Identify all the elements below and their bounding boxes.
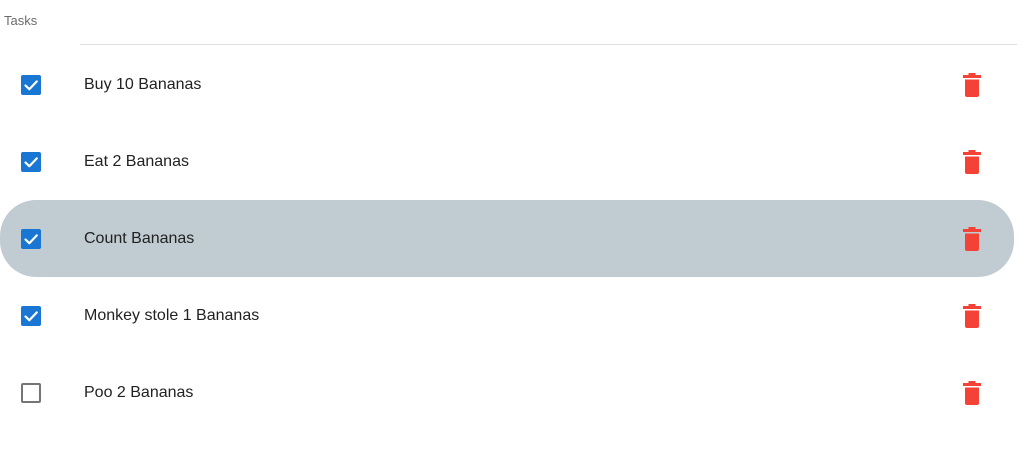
- header-divider: [80, 44, 1017, 45]
- task-row[interactable]: Count Bananas: [0, 200, 1014, 277]
- checkmark-icon: [24, 79, 38, 90]
- trash-icon: [963, 303, 981, 328]
- task-row[interactable]: Poo 2 Bananas: [0, 354, 1014, 431]
- trash-icon: [963, 149, 981, 174]
- task-checkbox[interactable]: [21, 151, 41, 172]
- task-label: Count Bananas: [84, 229, 195, 247]
- trash-icon: [963, 226, 981, 251]
- trash-icon: [963, 380, 981, 405]
- task-row[interactable]: Eat 2 Bananas: [0, 123, 1014, 200]
- task-label: Eat 2 Bananas: [84, 152, 189, 170]
- trash-icon: [963, 72, 981, 97]
- task-checkbox[interactable]: [21, 74, 41, 95]
- delete-button[interactable]: [962, 72, 982, 98]
- task-checkbox[interactable]: [21, 305, 41, 326]
- task-row[interactable]: Buy 10 Bananas: [0, 46, 1014, 123]
- task-checkbox[interactable]: [21, 382, 41, 403]
- checkmark-icon: [24, 310, 38, 321]
- task-label: Buy 10 Bananas: [84, 75, 202, 93]
- delete-button[interactable]: [962, 226, 982, 252]
- delete-button[interactable]: [962, 380, 982, 406]
- list-header: Tasks: [4, 13, 38, 28]
- checkmark-icon: [24, 156, 38, 167]
- delete-button[interactable]: [962, 149, 982, 175]
- task-row[interactable]: Monkey stole 1 Bananas: [0, 277, 1014, 354]
- task-label: Poo 2 Bananas: [84, 383, 194, 401]
- task-list: Buy 10 Bananas Eat 2 Bananas Count Banan…: [0, 46, 1025, 431]
- task-label: Monkey stole 1 Bananas: [84, 306, 260, 324]
- task-checkbox[interactable]: [21, 228, 41, 249]
- delete-button[interactable]: [962, 303, 982, 329]
- checkmark-icon: [24, 233, 38, 244]
